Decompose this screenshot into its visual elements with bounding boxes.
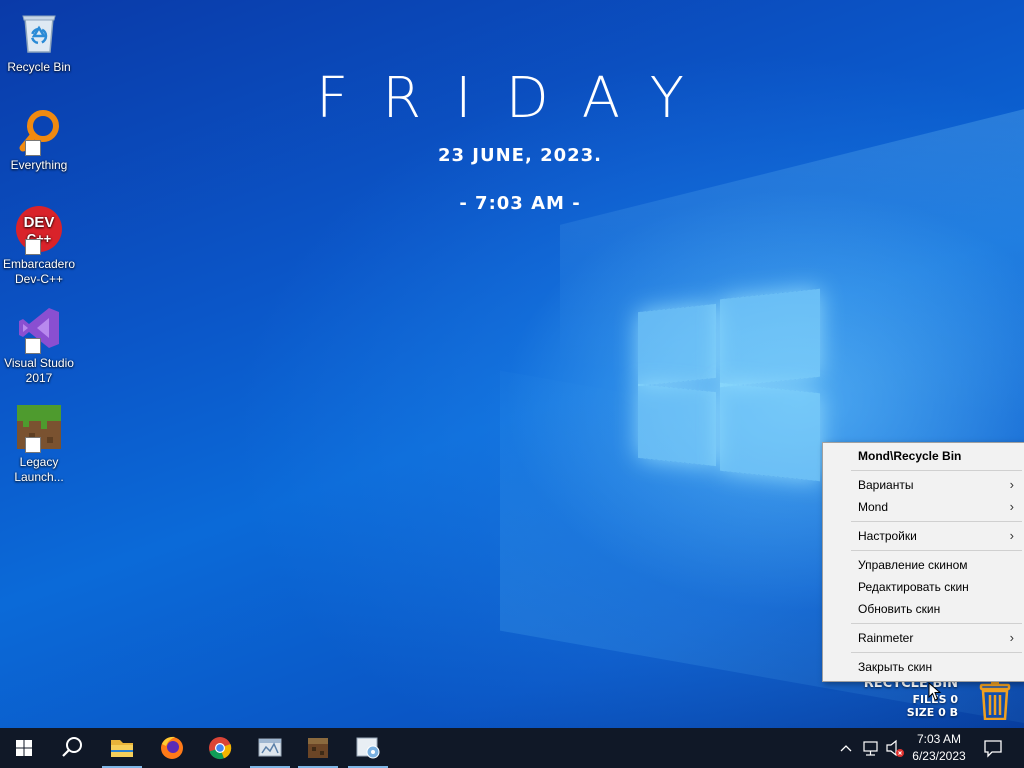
shortcut-arrow-icon (25, 338, 41, 354)
menu-item-mond[interactable]: Mond › (823, 496, 1024, 518)
firefox-icon (161, 736, 183, 759)
network-monitor-icon (863, 741, 878, 756)
taskbar-firefox[interactable] (148, 728, 196, 768)
devcpp-icon: DEV C++ (15, 205, 63, 255)
taskbar: 7:03 AM 6/23/2023 (0, 728, 1024, 768)
desktop-icon-devcpp[interactable]: DEV C++ Embarcadero Dev-C++ (2, 205, 76, 287)
shortcut-arrow-icon (25, 239, 41, 255)
desktop-icon-visual-studio[interactable]: Visual Studio 2017 (2, 304, 76, 386)
desktop-icon-label: Legacy Launch... (14, 455, 64, 484)
desktop-icon-everything[interactable]: Everything (2, 106, 76, 173)
taskbar-settings-app[interactable] (344, 728, 392, 768)
visual-studio-icon (15, 304, 63, 354)
desktop-icon-recycle-bin[interactable]: Recycle Bin (2, 8, 76, 75)
chrome-icon (209, 737, 232, 760)
mouse-cursor-icon (928, 681, 942, 702)
windows-logo-icon (16, 740, 32, 756)
search-icon (62, 737, 82, 757)
folder-icon (111, 740, 133, 757)
volume-tray-icon[interactable] (884, 728, 906, 768)
everything-search-icon (15, 106, 63, 156)
app-window-icon (258, 738, 282, 757)
search-button[interactable] (48, 728, 96, 768)
volume-muted-icon (886, 739, 904, 757)
recycle-bin-size: SIZE 0 B (906, 706, 958, 719)
menu-item-settings[interactable]: Настройки › (823, 525, 1024, 547)
taskbar-file-explorer[interactable] (98, 728, 146, 768)
settings-app-icon (356, 737, 380, 759)
show-hidden-icons-button[interactable] (838, 728, 854, 768)
menu-item-variants[interactable]: Варианты › (823, 474, 1024, 496)
notification-icon (984, 740, 1002, 758)
chevron-right-icon: › (1009, 630, 1014, 645)
clock-date-label: 23 JUNE, 2023. (437, 145, 603, 166)
menu-item-close-skin[interactable]: Закрыть скин (823, 656, 1024, 678)
chevron-right-icon: › (1009, 477, 1014, 492)
menu-item-manage-skin[interactable]: Управление скином (823, 554, 1024, 576)
trash-can-icon[interactable] (978, 682, 1012, 721)
menu-item-rainmeter[interactable]: Rainmeter › (823, 627, 1024, 649)
clock-time-label: - 7:03 AM - (459, 193, 581, 214)
shortcut-arrow-icon (25, 437, 41, 453)
recycle-bin-skin[interactable]: RECYCLE BIN FILES 0 SIZE 0 B (842, 676, 1012, 722)
chevron-right-icon: › (1009, 499, 1014, 514)
taskbar-app-window[interactable] (246, 728, 294, 768)
minecraft-block-icon (308, 738, 328, 758)
chevron-right-icon: › (1009, 528, 1014, 543)
tray-clock[interactable]: 7:03 AM 6/23/2023 (908, 728, 970, 768)
windows-wallpaper-logo (636, 288, 822, 482)
menu-item-edit-skin[interactable]: Редактировать скин (823, 576, 1024, 598)
clock-day-label: FRIDAY (316, 66, 718, 131)
desktop-icon-label: Recycle Bin (7, 60, 71, 74)
desktop-icon-label: Visual Studio 2017 (4, 356, 74, 385)
chevron-up-icon (840, 745, 852, 752)
context-menu-header[interactable]: Mond\Recycle Bin (823, 445, 1024, 467)
recycle-bin-icon (15, 8, 63, 56)
minecraft-grass-block-icon (15, 403, 63, 453)
shortcut-arrow-icon (25, 140, 41, 156)
menu-item-refresh-skin[interactable]: Обновить скин (823, 598, 1024, 620)
taskbar-chrome[interactable] (196, 728, 244, 768)
tray-time: 7:03 AM (916, 732, 962, 746)
desktop-icon-legacy-launcher[interactable]: Legacy Launch... (2, 403, 76, 485)
desktop-icon-label: Embarcadero Dev-C++ (2, 257, 76, 286)
context-menu: Mond\Recycle Bin Варианты › Mond › Настр… (822, 442, 1024, 682)
tray-date: 6/23/2023 (912, 749, 966, 763)
action-center-button[interactable] (978, 728, 1008, 768)
taskbar-legacy-launcher[interactable] (294, 728, 342, 768)
desktop-icon-label: Everything (10, 158, 68, 172)
start-button[interactable] (0, 728, 48, 768)
svg-text:DEV: DEV (24, 214, 55, 231)
network-tray-icon[interactable] (860, 728, 882, 768)
